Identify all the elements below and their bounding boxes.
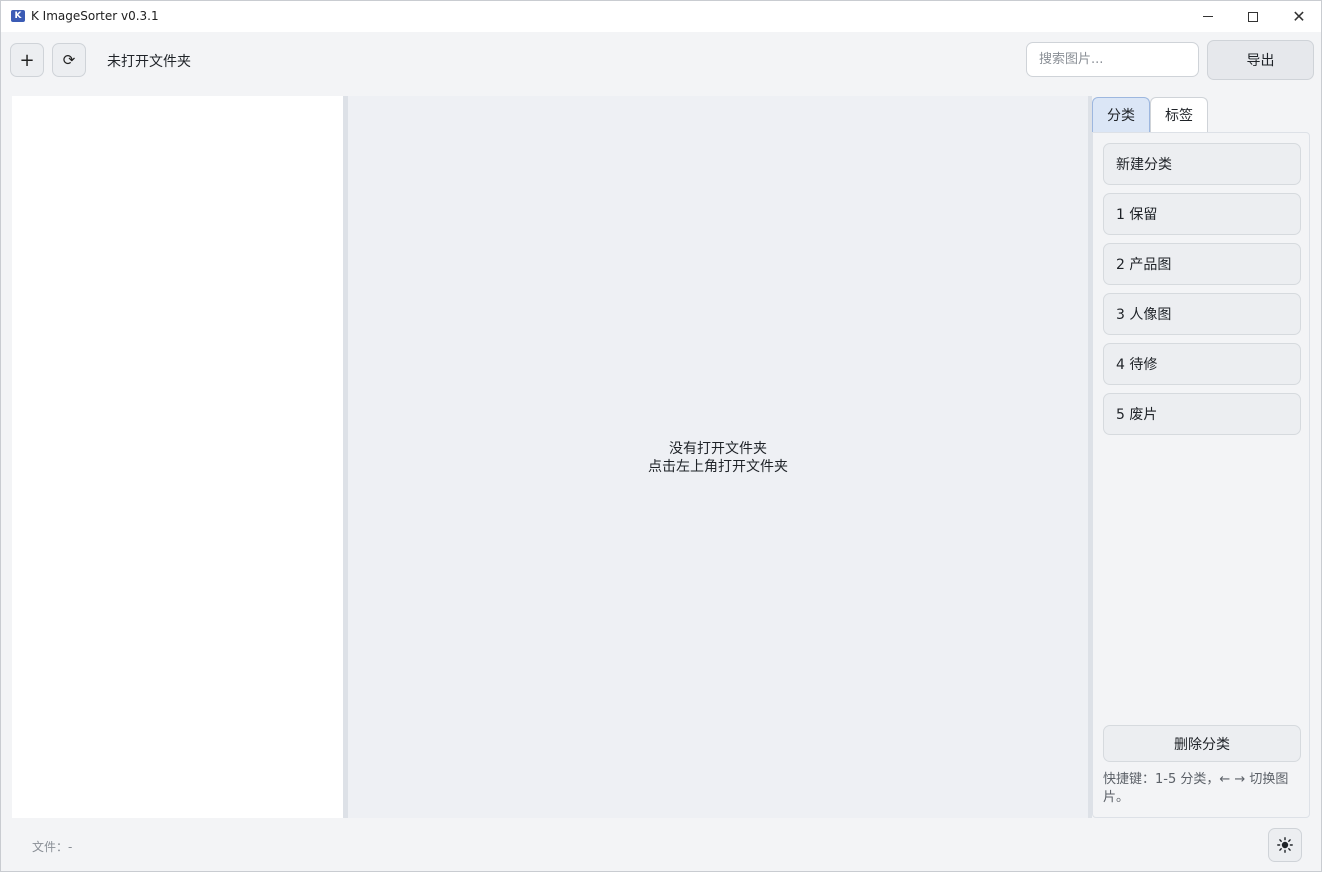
category-button-keep[interactable]: 1 保留 — [1103, 193, 1301, 235]
minimize-button[interactable] — [1185, 1, 1231, 32]
status-bar: 文件：- — [1, 818, 1321, 871]
new-category-button[interactable]: 新建分类 — [1103, 143, 1301, 185]
export-button[interactable]: 导出 — [1207, 40, 1314, 80]
app-logo-icon: K — [11, 10, 25, 22]
theme-toggle-button[interactable] — [1268, 828, 1302, 862]
file-status-label: 文件：- — [32, 840, 73, 854]
category-button-product[interactable]: 2 产品图 — [1103, 243, 1301, 285]
folder-status-label: 未打开文件夹 — [107, 54, 191, 70]
empty-state-line1: 没有打开文件夹 — [669, 441, 767, 457]
close-button[interactable]: ✕ — [1276, 1, 1322, 32]
empty-state-message: 没有打开文件夹 点击左上角打开文件夹 — [348, 440, 1088, 476]
file-list-panel[interactable] — [12, 96, 343, 818]
category-button-portrait[interactable]: 3 人像图 — [1103, 293, 1301, 335]
app-window: K K ImageSorter v0.3.1 ✕ + ⟳ 未打开文件夹 导出 没… — [0, 0, 1322, 872]
title-bar: K K ImageSorter v0.3.1 ✕ — [1, 1, 1321, 32]
toolbar: + ⟳ 未打开文件夹 导出 — [1, 32, 1321, 88]
categories-panel: 新建分类 1 保留 2 产品图 3 人像图 4 待修 5 废片 删除分类 快捷键… — [1092, 132, 1310, 818]
close-icon: ✕ — [1292, 6, 1306, 26]
image-viewer: 没有打开文件夹 点击左上角打开文件夹 — [348, 96, 1088, 818]
sidebar-panel: 分类 标签 新建分类 1 保留 2 产品图 3 人像图 4 待修 5 废片 删除… — [1092, 96, 1310, 818]
empty-state-line2: 点击左上角打开文件夹 — [648, 459, 788, 475]
window-title: K ImageSorter v0.3.1 — [31, 9, 159, 23]
refresh-button[interactable]: ⟳ — [52, 43, 86, 77]
open-folder-button[interactable]: + — [10, 43, 44, 77]
maximize-icon — [1248, 11, 1258, 22]
delete-category-button[interactable]: 删除分类 — [1103, 725, 1301, 762]
category-button-to-edit[interactable]: 4 待修 — [1103, 343, 1301, 385]
tab-categories[interactable]: 分类 — [1092, 97, 1150, 132]
refresh-icon: ⟳ — [62, 51, 76, 69]
category-button-reject[interactable]: 5 废片 — [1103, 393, 1301, 435]
shortcut-hint: 快捷键：1-5 分类，← → 切换图片。 — [1103, 772, 1289, 805]
search-input[interactable] — [1026, 42, 1199, 77]
sun-icon — [1277, 837, 1293, 853]
plus-icon: + — [19, 49, 35, 71]
maximize-button[interactable] — [1230, 1, 1276, 32]
minimize-icon — [1203, 16, 1213, 17]
tab-tags[interactable]: 标签 — [1150, 97, 1208, 132]
